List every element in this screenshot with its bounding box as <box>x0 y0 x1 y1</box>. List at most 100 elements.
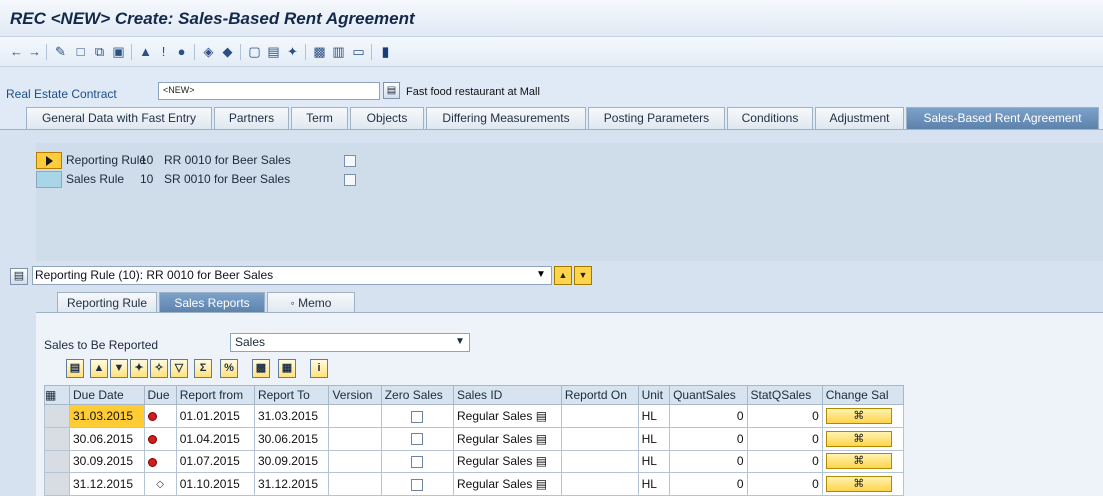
sales-id-cell[interactable]: Regular Sales ▤ <box>452 426 562 451</box>
due-date-cell[interactable]: 31.03.2015 <box>69 404 145 428</box>
column-header[interactable]: Change Sal <box>821 385 905 405</box>
tab-sales-reports[interactable]: Sales Reports <box>159 292 265 313</box>
change-sales-button[interactable]: ⌘ <box>825 407 892 424</box>
previous-rule-button[interactable]: ▲ <box>554 266 572 285</box>
find-icon[interactable]: ✦ <box>130 359 148 378</box>
back-icon[interactable]: ← <box>8 43 25 60</box>
sales-id-cell[interactable]: Regular Sales ▤ <box>452 449 562 474</box>
other-object-icon[interactable]: ▲ <box>137 43 154 60</box>
row-selector[interactable] <box>44 404 70 428</box>
tab-general-data[interactable]: General Data with Fast Entry <box>26 107 212 129</box>
rule-row-sales[interactable]: Sales Rule 10 SR 0010 for Beer Sales <box>36 170 366 188</box>
partner-icon[interactable]: ▩ <box>311 43 328 60</box>
filter-icon[interactable]: ▽ <box>170 359 188 378</box>
forward-icon[interactable]: → <box>26 43 43 60</box>
zero-sales-checkbox[interactable] <box>411 456 424 469</box>
sales-id-cell[interactable]: Regular Sales ▤ <box>452 472 562 496</box>
report-from-cell[interactable]: 01.04.2015 <box>175 426 255 451</box>
create-icon[interactable]: □ <box>72 43 89 60</box>
reported-on-cell[interactable] <box>560 449 639 474</box>
reported-on-cell[interactable] <box>560 426 639 451</box>
calendar-icon[interactable]: ▥ <box>330 43 347 60</box>
chevron-down-icon[interactable]: ▼ <box>450 333 470 352</box>
tab-adjustment[interactable]: Adjustment <box>815 107 904 129</box>
copy-icon[interactable]: ⧉ <box>91 43 108 60</box>
tab-partners[interactable]: Partners <box>214 107 289 129</box>
tab-conditions[interactable]: Conditions <box>727 107 813 129</box>
print-icon[interactable]: ▢ <box>246 43 263 60</box>
table-row[interactable]: 31.03.2015 01.01.2015 31.03.2015 Regular… <box>44 404 905 428</box>
zero-sales-cell[interactable] <box>380 426 454 451</box>
lookup-icon[interactable]: ▤ <box>383 82 400 99</box>
tab-objects[interactable]: Objects <box>350 107 424 129</box>
document-icon[interactable]: ▤ <box>265 43 282 60</box>
report-from-cell[interactable]: 01.01.2015 <box>175 404 255 428</box>
copy-icon[interactable]: ▤ <box>536 454 547 468</box>
zero-sales-checkbox[interactable] <box>411 433 424 446</box>
row-selector[interactable] <box>36 152 62 169</box>
sales-id-cell[interactable]: Regular Sales ▤ <box>452 404 562 428</box>
chevron-down-icon[interactable]: ▼ <box>530 266 552 285</box>
folder-icon[interactable]: ▤ <box>10 268 28 285</box>
export-icon[interactable]: ▩ <box>252 359 270 378</box>
select-all-icon[interactable]: ▦ <box>44 385 70 405</box>
row-selector[interactable] <box>44 472 70 496</box>
layout-icon[interactable]: ▭ <box>350 43 367 60</box>
tab-sales-based-rent-agreement[interactable]: Sales-Based Rent Agreement <box>906 107 1099 129</box>
rule-checkbox[interactable] <box>344 155 356 167</box>
report-to-cell[interactable]: 30.09.2015 <box>253 449 330 474</box>
column-header[interactable]: Report from <box>175 385 255 405</box>
reported-on-cell[interactable] <box>560 404 639 428</box>
column-header[interactable]: Zero Sales <box>380 385 454 405</box>
due-date-cell[interactable]: 30.06.2015 <box>69 426 145 451</box>
change-sales-button[interactable]: ⌘ <box>825 453 892 470</box>
column-header[interactable]: Unit <box>637 385 671 405</box>
copy-icon[interactable]: ▤ <box>536 477 547 491</box>
tab-term[interactable]: Term <box>291 107 348 129</box>
quant-sales-cell[interactable]: 0 <box>669 472 748 496</box>
due-date-cell[interactable]: 30.09.2015 <box>69 449 145 474</box>
column-header[interactable]: Version <box>328 385 382 405</box>
report-from-cell[interactable]: 01.10.2015 <box>175 472 255 496</box>
report-from-cell[interactable]: 01.07.2015 <box>175 449 255 474</box>
table-row[interactable]: 30.09.2015 01.07.2015 30.09.2015 Regular… <box>44 449 905 474</box>
column-header[interactable]: Report To <box>253 385 330 405</box>
row-selector[interactable] <box>44 449 70 474</box>
sort-ascending-icon[interactable]: ▲ <box>90 359 108 378</box>
sales-to-be-reported-dropdown[interactable]: Sales <box>230 333 470 352</box>
rule-checkbox[interactable] <box>344 174 356 186</box>
help-icon[interactable]: ▮ <box>377 43 394 60</box>
sort-descending-icon[interactable]: ▼ <box>110 359 128 378</box>
save-variant-icon[interactable]: ◈ <box>200 43 217 60</box>
rule-row-reporting[interactable]: Reporting Rule 10 RR 0010 for Beer Sales <box>36 151 366 169</box>
rule-selector-dropdown[interactable]: Reporting Rule (10): RR 0010 for Beer Sa… <box>32 266 552 285</box>
column-header[interactable]: Sales ID <box>452 385 562 405</box>
zero-sales-checkbox[interactable] <box>411 478 424 491</box>
table-row[interactable]: 31.12.2015 ◇ 01.10.2015 31.12.2015 Regul… <box>44 472 905 496</box>
assign-icon[interactable]: ▣ <box>110 43 127 60</box>
zero-sales-cell[interactable] <box>380 449 454 474</box>
contract-field[interactable]: <NEW> <box>158 82 380 100</box>
zero-sales-cell[interactable] <box>380 472 454 496</box>
change-sales-button[interactable]: ⌘ <box>825 476 892 493</box>
quant-sales-cell[interactable]: 0 <box>669 426 748 451</box>
sum-icon[interactable]: Σ <box>194 359 212 378</box>
column-header[interactable]: Reportd On <box>560 385 639 405</box>
report-to-cell[interactable]: 30.06.2015 <box>253 426 330 451</box>
zero-sales-cell[interactable] <box>380 404 454 428</box>
row-selector[interactable] <box>36 171 62 188</box>
find-icon[interactable]: ✦ <box>284 43 301 60</box>
quant-sales-cell[interactable]: 0 <box>669 404 748 428</box>
tab-reporting-rule[interactable]: Reporting Rule <box>57 292 157 313</box>
table-row[interactable]: 30.06.2015 01.04.2015 30.06.2015 Regular… <box>44 426 905 451</box>
info-icon[interactable]: i <box>310 359 328 378</box>
tab-posting-parameters[interactable]: Posting Parameters <box>588 107 725 129</box>
delete-icon[interactable]: ◆ <box>219 43 236 60</box>
change-sales-button[interactable]: ⌘ <box>825 430 892 447</box>
column-header[interactable]: Due <box>143 385 177 405</box>
copy-icon[interactable]: ▤ <box>536 409 547 423</box>
display-icon[interactable]: ● <box>173 43 190 60</box>
report-to-cell[interactable]: 31.12.2015 <box>253 472 330 496</box>
reported-on-cell[interactable] <box>560 472 639 496</box>
layout-icon[interactable]: ▦ <box>278 359 296 378</box>
